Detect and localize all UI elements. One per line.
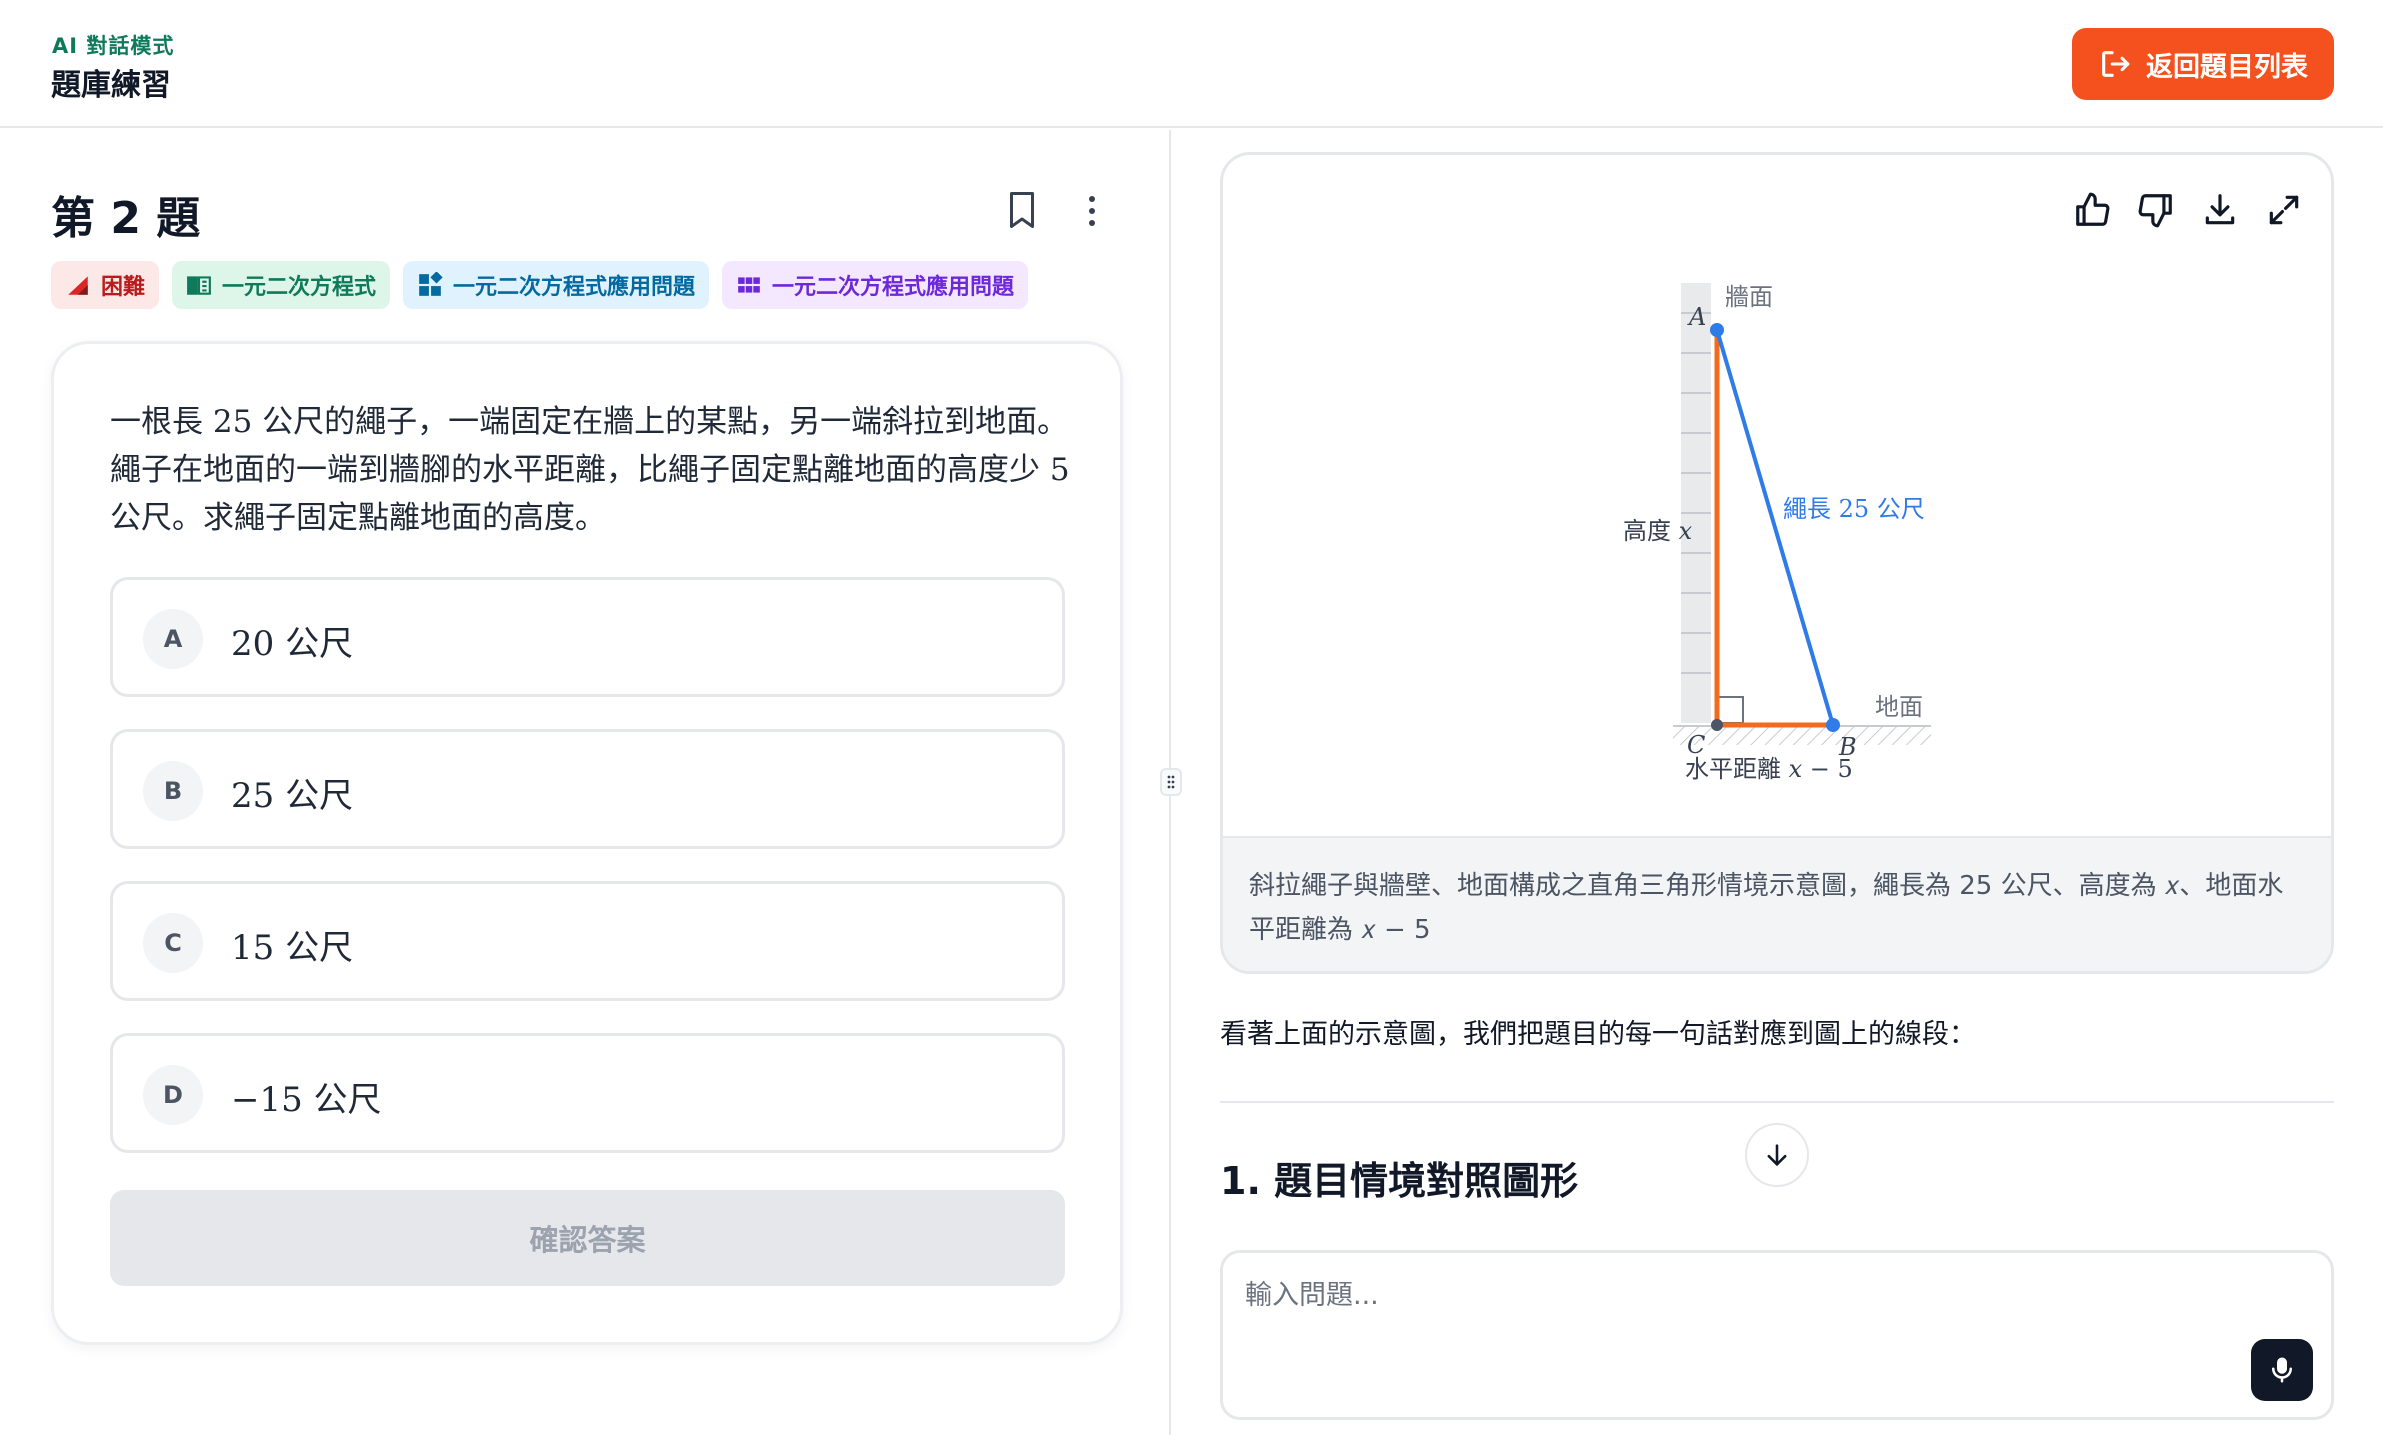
tag-chapter: 一元二次方程式 xyxy=(172,261,391,309)
voice-input-button[interactable] xyxy=(2251,1339,2313,1401)
bookmark-icon[interactable] xyxy=(1004,190,1040,230)
shapes-icon xyxy=(419,272,443,296)
option-letter: A xyxy=(143,609,203,669)
thumbs-up-icon[interactable] xyxy=(2073,191,2111,229)
ground-strip xyxy=(1673,727,1931,745)
app-header: AI 對話模式 題庫練習 返回題目列表 xyxy=(0,0,2383,128)
option-letter: D xyxy=(143,1065,203,1125)
thumbs-down-icon[interactable] xyxy=(2137,191,2175,229)
question-card: 一根長 25 公尺的繩子，一端固定在牆上的某點，另一端斜拉到地面。繩子在地面的一… xyxy=(51,341,1123,1345)
mode-label: AI 對話模式 xyxy=(52,34,175,58)
tag-label: 一元二次方程式應用問題 xyxy=(453,275,696,300)
option-text: 25 公尺 xyxy=(231,776,354,816)
figure-caption: 斜拉繩子與牆壁、地面構成之直角三角形情境示意圖，繩長為 25 公尺、高度為 𝑥、… xyxy=(1223,836,2331,971)
explanation-text: 看著上面的示意圖，我們把題目的每一句話對應到圖上的線段： xyxy=(1220,1019,1976,1050)
section-heading: 1. 題目情境對照圖形 xyxy=(1220,1159,1579,1203)
difficulty-icon xyxy=(68,276,88,295)
height-label: 高度 𝑥 xyxy=(1623,517,1693,545)
pane-resize-handle[interactable] xyxy=(1160,768,1182,796)
page-title: 題庫練習 xyxy=(51,68,171,103)
tag-label: 困難 xyxy=(101,275,146,300)
option-letter: C xyxy=(143,913,203,973)
rope-label: 繩長 25 公尺 xyxy=(1783,495,1925,523)
microphone-icon xyxy=(2272,1357,2292,1383)
figure-toolbar xyxy=(2073,191,2303,229)
right-angle-marker xyxy=(1716,696,1744,724)
tag-label: 一元二次方程式應用問題 xyxy=(772,275,1015,300)
divider xyxy=(1220,1101,2334,1103)
arrow-down-icon xyxy=(1767,1144,1787,1166)
wall-label: 牆面 xyxy=(1725,283,1773,311)
rope-segment xyxy=(1715,329,1835,726)
more-options-icon[interactable] xyxy=(1082,192,1102,230)
figure-card: 牆面 A 高度 𝑥 繩長 25 公尺 地面 C B 水平距離 𝑥 − 5 斜拉繩… xyxy=(1220,152,2334,974)
option-letter: B xyxy=(143,761,203,821)
scroll-to-bottom-button[interactable] xyxy=(1745,1123,1809,1187)
back-to-list-button[interactable]: 返回題目列表 xyxy=(2072,28,2334,100)
point-b-dot xyxy=(1826,718,1840,732)
point-a-label: A xyxy=(1687,303,1706,331)
question-title: 第 2 題 xyxy=(51,193,201,244)
back-button-label: 返回題目列表 xyxy=(2146,51,2308,83)
download-icon[interactable] xyxy=(2201,191,2239,229)
tag-subtopic: 一元二次方程式應用問題 xyxy=(722,261,1029,309)
drag-handle-icon xyxy=(1167,775,1175,789)
grid-icon xyxy=(738,277,760,293)
tag-topic: 一元二次方程式應用問題 xyxy=(403,261,710,309)
option-d[interactable]: D −15 公尺 xyxy=(110,1033,1065,1153)
tag-label: 一元二次方程式 xyxy=(222,275,377,300)
caption-text: 斜拉繩子與牆壁、地面構成之直角三角形情境示意圖，繩長為 25 公尺、高度為 𝑥、… xyxy=(1249,871,2284,945)
expand-icon[interactable] xyxy=(2265,191,2303,229)
confirm-answer-button[interactable]: 確認答案 xyxy=(110,1190,1065,1286)
option-text: 15 公尺 xyxy=(231,928,354,968)
wall-strip xyxy=(1681,283,1711,723)
question-text: 一根長 25 公尺的繩子，一端固定在牆上的某點，另一端斜拉到地面。繩子在地面的一… xyxy=(110,404,1070,536)
option-c[interactable]: C 15 公尺 xyxy=(110,881,1065,1001)
chat-input-box xyxy=(1220,1250,2334,1420)
option-b[interactable]: B 25 公尺 xyxy=(110,729,1065,849)
point-a-dot xyxy=(1710,323,1724,337)
point-c-dot xyxy=(1711,719,1723,731)
option-a[interactable]: A 20 公尺 xyxy=(110,577,1065,697)
question-tags: 困難 一元二次方程式 一元二次方程式應用問題 一元二次方程式應用問題 xyxy=(51,261,1029,309)
option-text: −15 公尺 xyxy=(231,1080,382,1120)
triangle-diagram: 牆面 A 高度 𝑥 繩長 25 公尺 地面 C B 水平距離 𝑥 − 5 xyxy=(1623,283,1931,783)
exit-icon xyxy=(2102,51,2130,77)
ground-label: 地面 xyxy=(1875,693,1923,721)
book-icon xyxy=(187,276,211,295)
tag-difficulty: 困難 xyxy=(51,261,160,309)
option-text: 20 公尺 xyxy=(231,624,354,664)
chat-input[interactable] xyxy=(1245,1273,2245,1393)
horizontal-label: 水平距離 𝑥 − 5 xyxy=(1685,755,1853,783)
